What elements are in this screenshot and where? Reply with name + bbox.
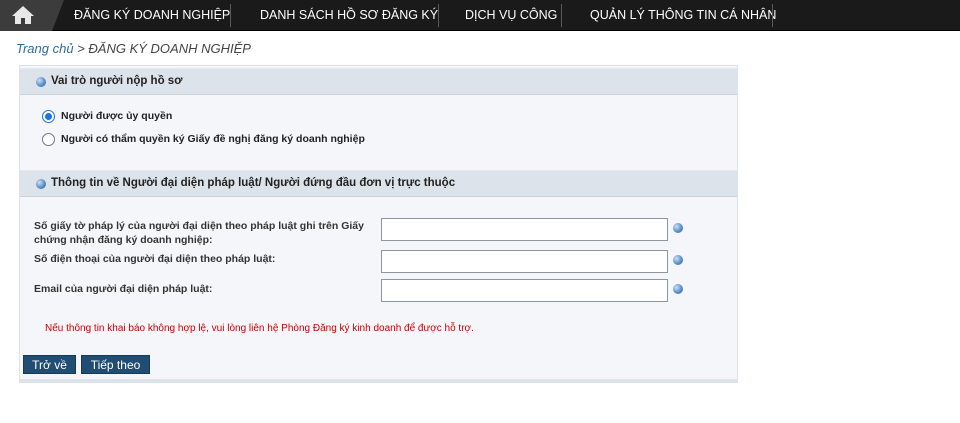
info-icon[interactable] bbox=[673, 255, 683, 265]
breadcrumb-current: ĐĂNG KÝ DOANH NGHIỆP bbox=[88, 41, 251, 56]
registration-form-panel: Vai trò người nộp hồ sơ Người được ủy qu… bbox=[19, 65, 738, 383]
section-bullet-icon bbox=[36, 77, 46, 87]
support-notice: Nếu thông tin khai báo không hợp lệ, vui… bbox=[45, 323, 474, 334]
field-label-phone: Số điện thoại của người đại diện theo ph… bbox=[34, 253, 276, 265]
next-button[interactable]: Tiếp theo bbox=[81, 355, 150, 374]
nav-divider bbox=[561, 4, 562, 27]
info-icon[interactable] bbox=[673, 284, 683, 294]
nav-divider bbox=[230, 4, 231, 27]
nav-divider bbox=[438, 4, 439, 27]
info-icon[interactable] bbox=[673, 223, 683, 233]
legal-document-number-input[interactable] bbox=[381, 218, 668, 241]
radio-label: Người được ủy quyền bbox=[61, 110, 173, 122]
section-title: Vai trò người nộp hồ sơ bbox=[51, 75, 183, 87]
email-input[interactable] bbox=[381, 279, 668, 302]
breadcrumb-separator: > bbox=[73, 41, 89, 56]
nav-item-personal-info[interactable]: QUẢN LÝ THÔNG TIN CÁ NHÂN bbox=[590, 0, 776, 31]
top-navigation-bar: ĐĂNG KÝ DOANH NGHIỆP DANH SÁCH HỒ SƠ ĐĂN… bbox=[0, 0, 960, 31]
nav-item-public-services[interactable]: DỊCH VỤ CÔNG bbox=[465, 0, 557, 31]
phone-input[interactable] bbox=[381, 250, 668, 273]
radio-button[interactable] bbox=[42, 133, 55, 146]
radio-button-checked[interactable] bbox=[42, 110, 55, 123]
home-icon bbox=[12, 6, 34, 24]
back-button[interactable]: Trở về bbox=[23, 355, 76, 374]
section-header-submitter-role: Vai trò người nộp hồ sơ bbox=[20, 68, 737, 95]
breadcrumb: Trang chủ > ĐĂNG KÝ DOANH NGHIỆP bbox=[16, 41, 251, 56]
home-button[interactable] bbox=[0, 0, 52, 31]
breadcrumb-home-link[interactable]: Trang chủ bbox=[16, 41, 74, 56]
section-bullet-icon bbox=[36, 179, 46, 189]
field-label-email: Email của người đại diện pháp luật: bbox=[34, 283, 213, 295]
nav-item-registration-list[interactable]: DANH SÁCH HỒ SƠ ĐĂNG KÝ bbox=[260, 0, 438, 31]
panel-bottom-bar bbox=[20, 379, 737, 382]
field-label-legal-document-number: Số giấy tờ pháp lý của người đại diện th… bbox=[34, 220, 364, 246]
section-header-legal-representative: Thông tin về Người đại diện pháp luật/ N… bbox=[20, 170, 737, 197]
home-separator bbox=[52, 0, 64, 31]
nav-item-register-business[interactable]: ĐĂNG KÝ DOANH NGHIỆP bbox=[74, 0, 230, 31]
radio-label: Người có thẩm quyền ký Giấy đề nghị đăng… bbox=[61, 133, 365, 145]
nav-divider bbox=[772, 4, 773, 27]
section-title: Thông tin về Người đại diện pháp luật/ N… bbox=[51, 177, 456, 189]
